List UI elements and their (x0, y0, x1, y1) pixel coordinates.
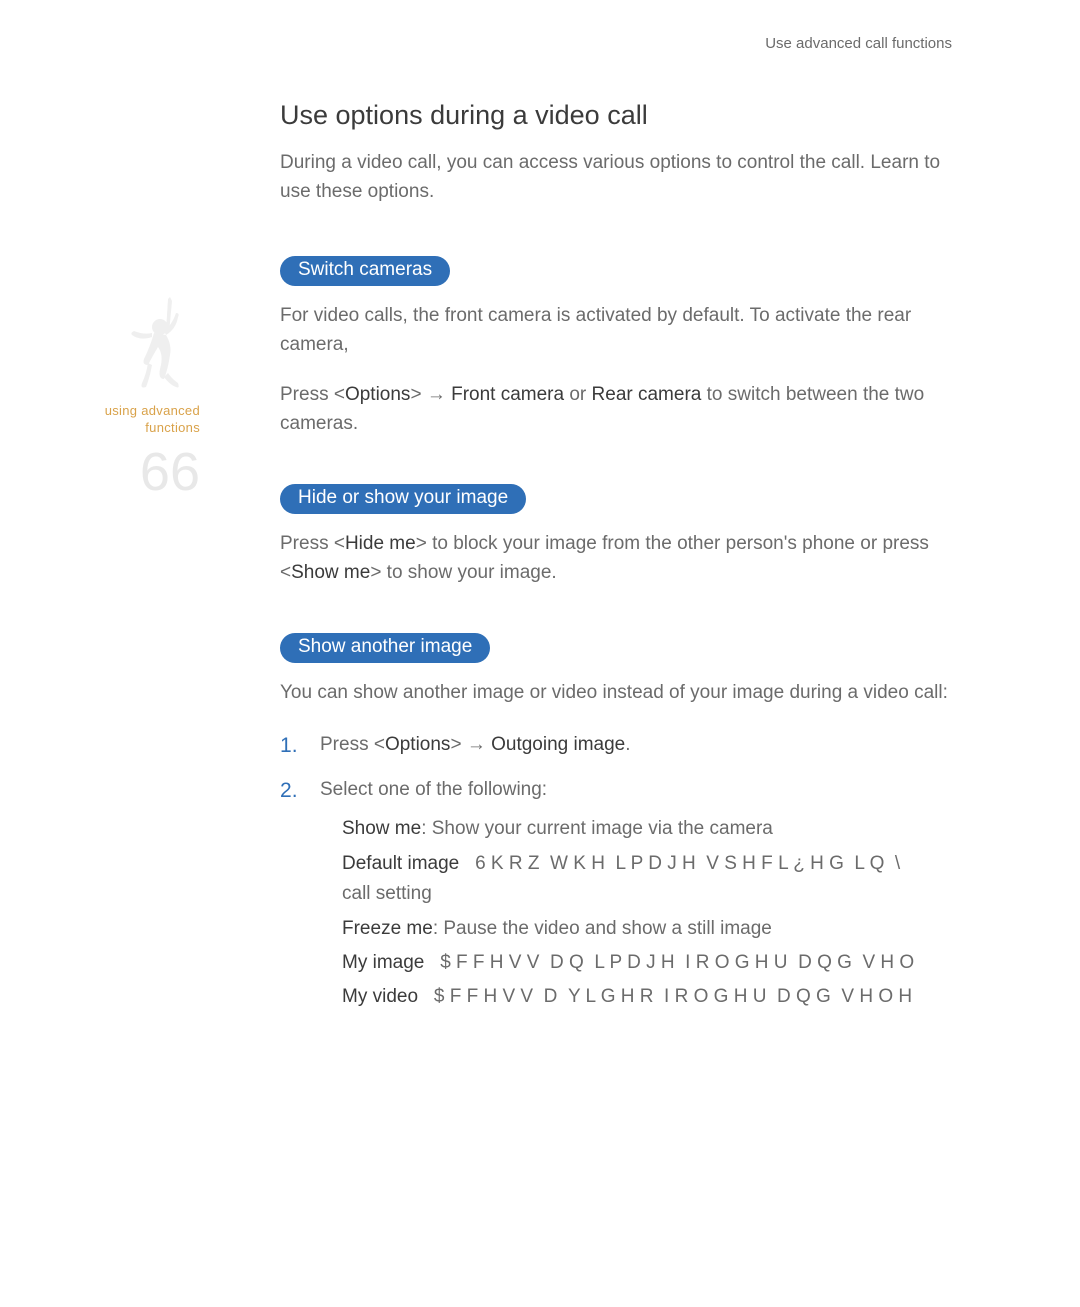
show-another-intro: You can show another image or video inst… (280, 679, 960, 708)
text: . (625, 734, 630, 755)
pill-show-another: Show another image (280, 633, 490, 663)
climber-icon (120, 295, 200, 395)
desc: $ F F H V V D Q L P D J H I R O G H U D … (424, 952, 914, 973)
key-options: Options (385, 734, 450, 755)
text: > (410, 384, 426, 405)
desc: $ F F H V V D Y L G H R I R O G H U D Q … (418, 986, 912, 1007)
pill-switch-cameras: Switch cameras (280, 256, 450, 286)
text: Press < (320, 734, 385, 755)
sidebar-label-line1: using advanced (105, 403, 200, 418)
step2-intro: Select one of the following: (320, 779, 547, 800)
desc-line2: call setting (342, 879, 1060, 909)
switch-para2: Press <Options> → Front camera or Rear c… (280, 381, 960, 438)
section-hide-show: Hide or show your image Press <Hide me> … (280, 484, 1060, 587)
page-number: 66 (70, 445, 200, 499)
sidebar-label-line2: functions (145, 420, 200, 435)
option-my-image: My image $ F F H V V D Q L P D J H I R O… (342, 948, 1060, 978)
page: Use advanced call functions using advanc… (0, 0, 1080, 1307)
intro-paragraph: During a video call, you can access vari… (280, 149, 950, 206)
page-title: Use options during a video call (280, 100, 1060, 131)
label: Show me (342, 818, 421, 839)
label: My video (342, 986, 418, 1007)
text: > to show your image. (370, 562, 556, 583)
header-breadcrumb: Use advanced call functions (765, 35, 952, 52)
option-my-video: My video $ F F H V V D Y L G H R I R O G… (342, 982, 1060, 1012)
key-outgoing-image: Outgoing image (491, 734, 625, 755)
key-options: Options (345, 384, 410, 405)
key-front-camera: Front camera (451, 384, 564, 405)
text: Press < (280, 384, 345, 405)
options-sublist: Show me: Show your current image via the… (320, 814, 1060, 1012)
pill-hide-show: Hide or show your image (280, 484, 526, 514)
option-freeze-me: Freeze me: Pause the video and show a st… (342, 914, 1060, 944)
steps-list: Press <Options> → Outgoing image. Select… (280, 730, 1060, 1013)
label: My image (342, 952, 424, 973)
key-hide-me: Hide me (345, 533, 416, 554)
switch-para1: For video calls, the front camera is act… (280, 302, 960, 359)
key-rear-camera: Rear camera (592, 384, 702, 405)
desc: : Show your current image via the camera (421, 818, 773, 839)
step-2: Select one of the following: Show me: Sh… (280, 775, 1060, 1013)
text: or (564, 384, 591, 405)
text: Press < (280, 533, 345, 554)
step-1: Press <Options> → Outgoing image. (280, 730, 1060, 759)
section-switch-cameras: Switch cameras For video calls, the fron… (280, 256, 1060, 438)
option-default-image: Default image 6 K R Z W K H L P D J H V … (342, 849, 1060, 910)
option-show-me: Show me: Show your current image via the… (342, 814, 1060, 844)
text: > (450, 734, 466, 755)
desc: 6 K R Z W K H L P D J H V S H F L ¿ H G … (459, 853, 900, 874)
sidebar: using advanced functions 66 (70, 295, 200, 499)
hide-show-para: Press <Hide me> to block your image from… (280, 530, 960, 587)
desc: : Pause the video and show a still image (433, 918, 772, 939)
label: Freeze me (342, 918, 433, 939)
label: Default image (342, 853, 459, 874)
key-show-me: Show me (291, 562, 370, 583)
sidebar-label: using advanced functions (70, 403, 200, 437)
arrow-icon: → (467, 734, 486, 755)
arrow-icon: → (427, 384, 446, 405)
main-content: Use options during a video call During a… (280, 100, 1060, 1059)
section-show-another: Show another image You can show another … (280, 633, 1060, 1013)
